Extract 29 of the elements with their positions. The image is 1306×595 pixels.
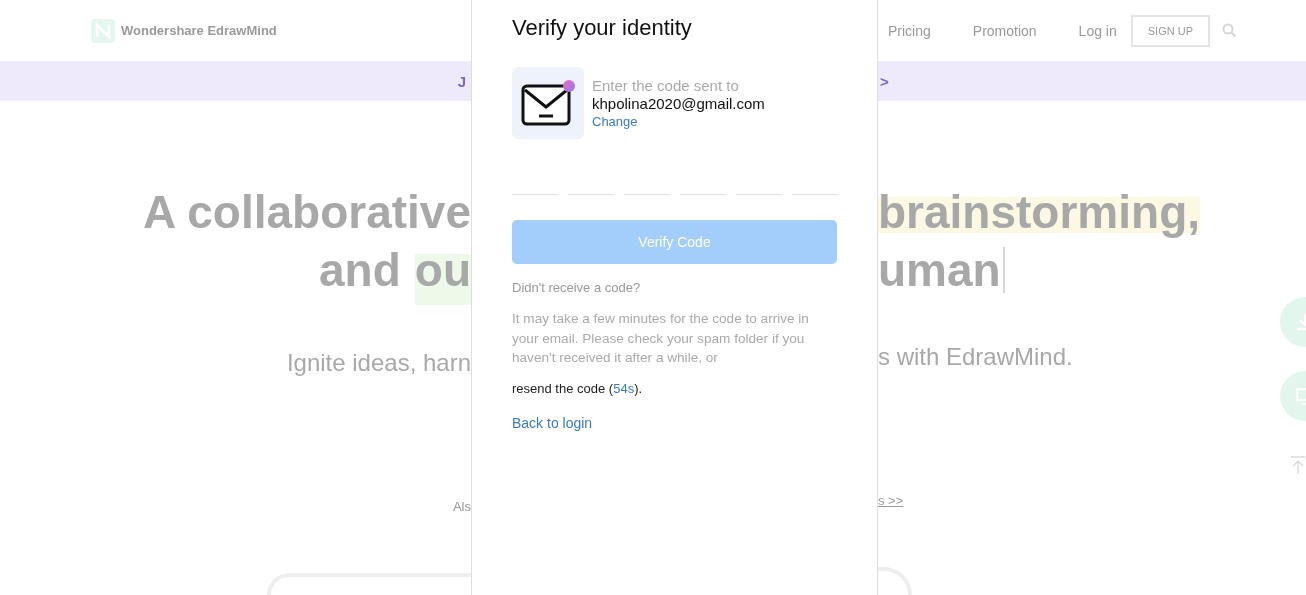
logo-icon (91, 18, 115, 43)
banner-text: J (457, 72, 466, 90)
card-background (878, 567, 912, 595)
dialog-title: Verify your identity (512, 14, 693, 42)
banner-text: > (880, 72, 889, 90)
nav-link[interactable]: Log in (1078, 22, 1117, 39)
hero-subtitle: Ignite ideas, harn (285, 348, 471, 378)
nav-link[interactable]: Promotion (972, 22, 1037, 39)
text-cursor (1002, 247, 1005, 293)
hero-heading: and (319, 243, 401, 298)
logo-text: Wondershare EdrawMind (121, 23, 277, 38)
hero-heading: A collaborative (141, 185, 471, 240)
back-link[interactable]: Back to login (512, 413, 593, 432)
prompt-text: Enter the code sent to (592, 77, 739, 95)
email-address: khpolina2020@gmail.com (592, 95, 765, 113)
help-title: Didn't receive a code? (512, 279, 642, 297)
hero-subtitle: s with EdrawMind. (878, 342, 1074, 372)
help-text: It may take a few minutes for the code to arrive in your email. Please check your spam folder if you haven't received it after a while, or (512, 310, 810, 367)
countdown-link[interactable]: 54s (613, 380, 635, 396)
also-link[interactable]: s >> (878, 492, 904, 510)
hero-heading: uman (878, 243, 1001, 298)
change-link[interactable]: Change (592, 113, 638, 131)
also-text: Als (451, 498, 471, 516)
back-to-top-icon[interactable] (1289, 455, 1306, 475)
signup-button[interactable]: SIGN UP (1130, 14, 1210, 47)
search-icon[interactable] (1222, 23, 1237, 38)
nav-link[interactable]: Pricing (888, 22, 931, 39)
resend-text: resend the code (54s). (512, 379, 644, 398)
envelope-icon (520, 78, 576, 128)
